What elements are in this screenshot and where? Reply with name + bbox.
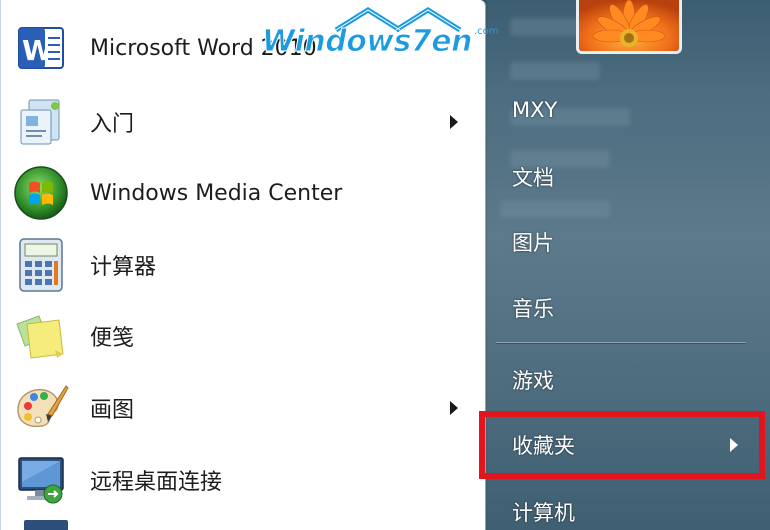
place-item-games[interactable]: 游戏 bbox=[490, 360, 760, 400]
partial-program-icon bbox=[24, 520, 68, 530]
program-label: 便笺 bbox=[90, 326, 135, 351]
watermark-domain: .com bbox=[474, 26, 499, 37]
flower-icon bbox=[579, 0, 679, 51]
place-item-user[interactable]: MXY bbox=[490, 90, 760, 130]
place-label: 收藏夹 bbox=[512, 434, 575, 458]
program-item-sticky-notes[interactable]: 便笺 bbox=[10, 304, 470, 368]
program-label: 远程桌面连接 bbox=[90, 470, 223, 495]
blurred-background-row bbox=[510, 62, 600, 80]
blurred-background-row bbox=[500, 200, 610, 218]
place-item-computer[interactable]: 计算机 bbox=[490, 492, 760, 530]
place-label: 计算机 bbox=[512, 501, 575, 525]
calculator-icon bbox=[10, 234, 72, 296]
place-item-music[interactable]: 音乐 bbox=[490, 288, 760, 328]
media-center-icon bbox=[10, 162, 72, 224]
program-label: 入门 bbox=[90, 112, 135, 137]
getting-started-icon bbox=[10, 91, 72, 153]
submenu-arrow-icon[interactable] bbox=[450, 115, 458, 129]
submenu-arrow-icon[interactable] bbox=[730, 438, 738, 452]
sticky-notes-icon bbox=[10, 305, 72, 367]
place-item-pictures[interactable]: 图片 bbox=[490, 222, 760, 262]
word-icon: W bbox=[10, 17, 72, 79]
watermark-logo: Windows7en .com bbox=[262, 6, 522, 66]
program-label: 计算器 bbox=[90, 255, 157, 280]
remote-desktop-icon bbox=[10, 449, 72, 511]
place-label: 音乐 bbox=[512, 297, 554, 321]
program-label: 画图 bbox=[90, 398, 135, 423]
start-menu-programs-pane: W Microsoft Word 2010 入门 Windows Media C… bbox=[0, 0, 486, 530]
menu-separator bbox=[496, 342, 746, 343]
program-item-calculator[interactable]: 计算器 bbox=[10, 233, 470, 297]
program-item-media-center[interactable]: Windows Media Center bbox=[10, 161, 470, 225]
place-label: 文档 bbox=[512, 166, 554, 190]
place-label: MXY bbox=[512, 98, 558, 122]
program-item-paint[interactable]: 画图 bbox=[10, 376, 470, 440]
watermark-text: Windows7en bbox=[262, 24, 473, 60]
program-item-getting-started[interactable]: 入门 bbox=[10, 90, 470, 154]
place-label: 游戏 bbox=[512, 369, 554, 393]
place-label: 图片 bbox=[512, 231, 554, 255]
paint-icon bbox=[10, 377, 72, 439]
place-item-favorites[interactable]: 收藏夹 bbox=[490, 425, 760, 465]
submenu-arrow-icon[interactable] bbox=[450, 401, 458, 415]
program-label: Windows Media Center bbox=[90, 180, 343, 206]
user-account-picture[interactable] bbox=[576, 0, 682, 54]
place-item-documents[interactable]: 文档 bbox=[490, 157, 760, 197]
program-item-remote-desktop[interactable]: 远程桌面连接 bbox=[10, 448, 470, 512]
